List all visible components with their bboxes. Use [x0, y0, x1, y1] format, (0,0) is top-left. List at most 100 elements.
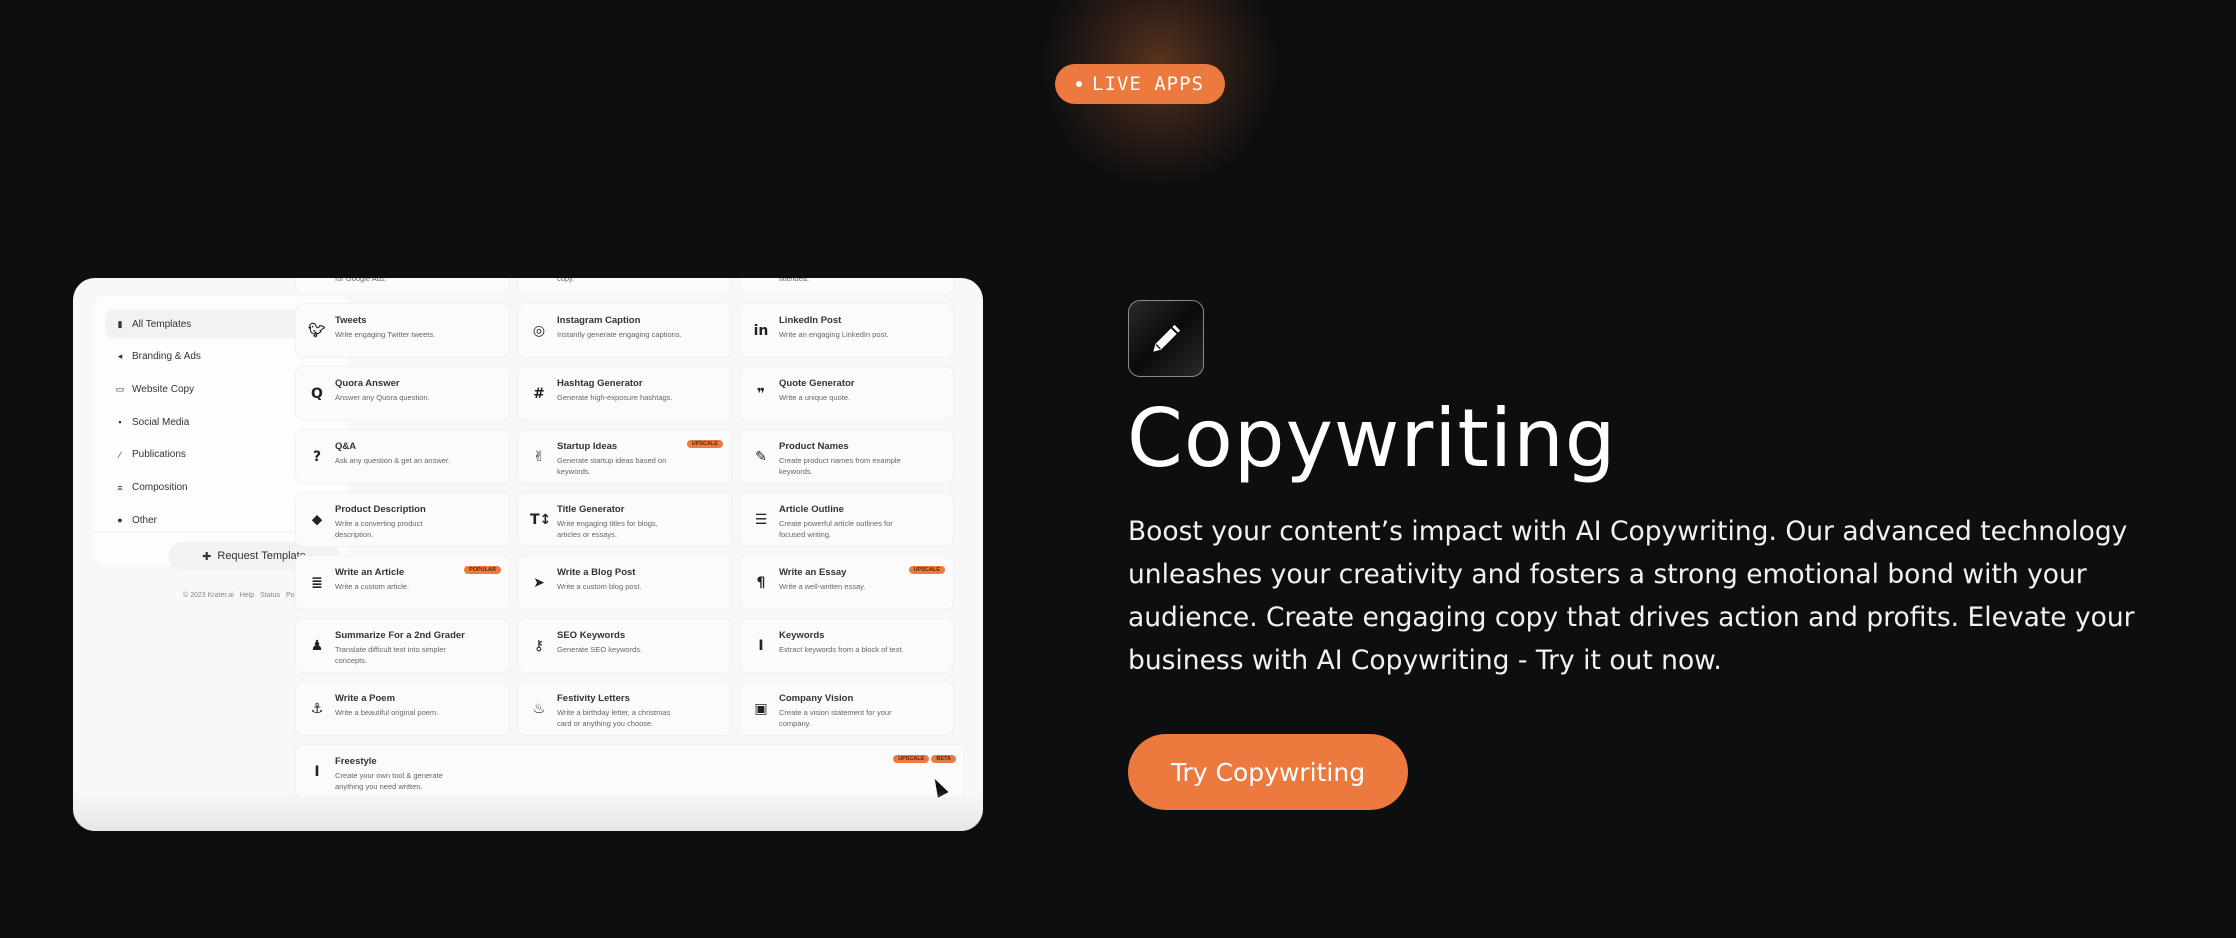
template-card-quote-generator[interactable]: ❞ Quote Generator Write a unique quote.: [739, 366, 954, 421]
template-title: Quote Generator: [779, 378, 855, 389]
template-description: Extract keywords from a block of text.: [779, 645, 904, 654]
edit-icon: ✎: [755, 448, 767, 465]
template-title: Hashtag Generator: [557, 378, 643, 389]
template-card-article-outline[interactable]: ☰ Article Outline Create powerful article …: [739, 492, 954, 547]
template-title: Freestyle: [335, 756, 377, 767]
victory-hand-icon: ✌: [533, 448, 545, 465]
upscale-badge: UPSCALE: [686, 440, 723, 448]
template-description: Create powerful article outlines for foc…: [779, 519, 893, 539]
template-card-q-a[interactable]: ? Q&A Ask any question & get an answer.: [295, 429, 510, 484]
book-icon: ▮: [117, 318, 123, 329]
sidebar-item-label: Composition: [132, 482, 188, 493]
template-title: Tweets: [335, 315, 367, 326]
dot-icon: [1076, 81, 1083, 87]
italic-icon: I: [758, 637, 764, 654]
template-title: Write a Blog Post: [557, 567, 636, 578]
template-card-summarize-for-a-2nd-grader[interactable]: ♟ Summarize For a 2nd Grader Translate dif…: [295, 618, 510, 673]
template-description: Create product names from example keywor…: [779, 456, 901, 476]
template-description: Generate high-exposure hashtags.: [557, 393, 673, 402]
template-card-freestyle[interactable]: I Freestyle Create your own tool & generat…: [295, 744, 965, 799]
live-apps-label: LIVE APPS: [1092, 73, 1204, 95]
template-card-festivity-letters[interactable]: ♨ Festivity Letters Write a birthday lette…: [517, 681, 732, 736]
beta-badge: BETA: [931, 755, 956, 763]
bars-icon: ≣: [311, 574, 323, 591]
template-title: Title Generator: [557, 504, 625, 515]
template-card-product-names[interactable]: ✎ Product Names Create product names from …: [739, 429, 954, 484]
template-title: Summarize For a 2nd Grader: [335, 630, 465, 641]
template-title: Product Description: [335, 504, 426, 515]
template-card-partial[interactable]: title/idea.: [739, 278, 954, 295]
badge-group: POPULAR: [464, 566, 501, 574]
plus-icon: ✚: [202, 550, 212, 563]
template-card-write-an-essay[interactable]: ¶ Write an Essay Write a well-written essa…: [739, 555, 954, 610]
badge-group: UPSCALE: [686, 440, 723, 448]
try-copywriting-button[interactable]: Try Copywriting: [1128, 734, 1408, 810]
popular-badge: POPULAR: [464, 566, 501, 574]
sidebar-item-label: Publications: [132, 449, 186, 461]
live-apps-badge: LIVE APPS: [1055, 64, 1225, 104]
briefcase-icon: ▣: [754, 700, 768, 717]
copyright-text: © 2023 Krater.ai: [183, 592, 234, 599]
template-description: Generate startup ideas based on keywords…: [557, 456, 667, 476]
upscale-badge: UPSCALE: [893, 755, 930, 763]
template-card-partial[interactable]: for Google Ads.: [295, 278, 510, 295]
template-description: title/idea.: [779, 278, 810, 283]
sidebar-footer: © 2023 Krater.aiHelpStatusPolicies: [183, 592, 310, 599]
template-description: Write a custom article.: [335, 582, 410, 591]
paperclip-icon: ∕: [119, 449, 121, 460]
template-card-title-generator[interactable]: T↕ Title Generator Write engaging titles f…: [517, 492, 732, 547]
child-icon: ♟: [310, 637, 324, 654]
template-card-tweets[interactable]: 🐦︎ Tweets Write engaging Twitter tweets.: [295, 303, 510, 358]
template-title: Festivity Letters: [557, 693, 630, 704]
i-cursor-icon: I: [314, 763, 320, 780]
template-title: LinkedIn Post: [779, 315, 842, 326]
template-title: Company Vision: [779, 693, 854, 704]
laptop-icon: ▭: [115, 383, 125, 394]
template-card-keywords[interactable]: I Keywords Extract keywords from a block o…: [739, 618, 954, 673]
quote-icon: ❞: [756, 385, 766, 402]
template-card-linkedin-post[interactable]: in LinkedIn Post Write an engaging LinkedI…: [739, 303, 954, 358]
sidebar-item-label: Other: [132, 514, 158, 526]
birthday-cake-icon: ♨: [532, 700, 546, 717]
template-card-product-description[interactable]: ⬥ Product Description Write a converting p…: [295, 492, 510, 547]
align-left-icon: ≡: [117, 482, 123, 493]
template-title: Quora Answer: [335, 378, 400, 389]
template-description: Write engaging titles for blogs, article…: [557, 519, 658, 539]
template-description: Ask any question & get an answer.: [335, 456, 451, 465]
sidebar-item-label: All Templates: [132, 318, 192, 330]
template-title: Write an Article: [335, 567, 405, 578]
hashtag-icon: #: [533, 385, 545, 402]
template-card-startup-ideas[interactable]: ✌ Startup Ideas Generate startup ideas bas…: [517, 429, 732, 484]
template-description: Generate SEO keywords.: [557, 645, 643, 654]
linkedin-icon: in: [753, 322, 769, 339]
paper-plane-icon: ➤: [533, 574, 545, 591]
page-title: Copywriting: [1127, 392, 1617, 485]
template-title: Write a Poem: [335, 693, 396, 704]
pencil-icon: [1128, 300, 1204, 377]
anchor-icon: ⚓: [310, 700, 324, 717]
template-card-write-a-blog-post[interactable]: ➤ Write a Blog Post Write a custom blog po…: [517, 555, 732, 610]
template-card-quora-answer[interactable]: Q Quora Answer Answer any Quora question.: [295, 366, 510, 421]
badge-group: UPSCALE BETA: [893, 755, 956, 763]
template-title: Product Names: [779, 441, 849, 452]
template-title: Instagram Caption: [557, 315, 641, 326]
template-description: Translate difficult text into simpler co…: [335, 645, 446, 665]
badge-group: UPSCALE: [908, 566, 945, 574]
template-card-write-a-poem[interactable]: ⚓ Write a Poem Write a beautiful original …: [295, 681, 510, 736]
template-card-partial[interactable]: copy.: [517, 278, 732, 295]
template-card-company-vision[interactable]: ▣ Company Vision Create a vision statement…: [739, 681, 954, 736]
tag-icon: ⬥: [312, 511, 322, 528]
app-preview-screenshot: ▮ All Templates ◂ Branding & Ads ▭ Website Co…: [73, 278, 983, 831]
template-card-hashtag-generator[interactable]: # Hashtag Generator Generate high-exposure…: [517, 366, 732, 421]
footer-link[interactable]: Help: [240, 592, 254, 599]
footer-link[interactable]: Status: [260, 592, 280, 599]
question-circle-icon: ?: [312, 448, 322, 465]
template-card-seo-keywords[interactable]: ⚷ SEO Keywords Generate SEO keywords.: [517, 618, 732, 673]
quora-icon: Q: [311, 385, 323, 402]
template-description: Write a well-written essay.: [779, 582, 866, 591]
template-card-write-an-article[interactable]: ≣ Write an Article Write a custom article.…: [295, 555, 510, 610]
template-description: copy.: [557, 278, 575, 283]
template-card-instagram-caption[interactable]: ◎ Instagram Caption Instantly generate eng…: [517, 303, 732, 358]
template-description: Write a birthday letter, a christmas car…: [557, 708, 671, 728]
key-icon: ⚷: [533, 637, 545, 654]
